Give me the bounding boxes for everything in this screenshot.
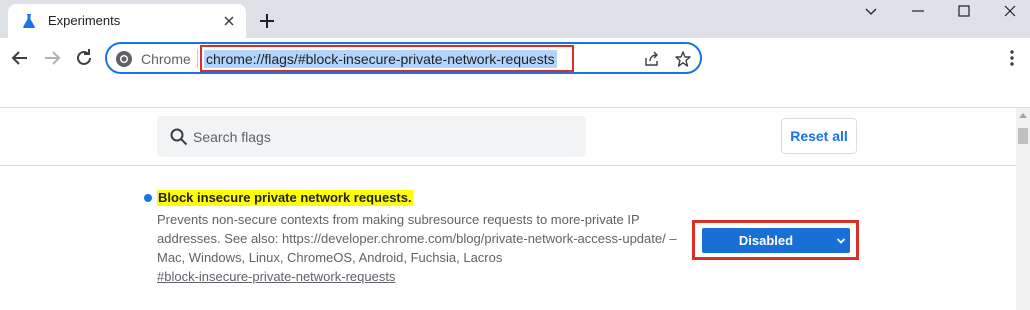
scroll-thumb[interactable] [1018, 128, 1028, 144]
chevron-down-icon [836, 238, 846, 244]
scroll-up-arrow-icon[interactable] [1019, 113, 1027, 118]
kebab-menu-icon[interactable] [1002, 48, 1022, 68]
flag-description: Prevents non-secure contexts from making… [157, 212, 677, 265]
address-bar[interactable]: Chrome chrome://flags/#block-insecure-pr… [105, 42, 702, 74]
minimize-icon[interactable] [910, 3, 926, 19]
tab-experiments[interactable]: Experiments [8, 4, 246, 38]
url-highlight-box[interactable]: chrome://flags/#block-insecure-private-n… [200, 45, 574, 72]
new-tab-icon[interactable] [258, 12, 276, 30]
close-icon[interactable] [222, 14, 236, 28]
select-value: Disabled [738, 233, 794, 248]
search-input[interactable] [193, 116, 573, 157]
bookmark-star-icon[interactable] [674, 50, 692, 68]
close-window-icon[interactable] [1002, 3, 1018, 19]
flag-state-select[interactable]: Disabled [702, 228, 850, 253]
scrollbar[interactable] [1016, 108, 1030, 310]
reset-all-button[interactable]: Reset all [781, 118, 857, 154]
tab-title: Experiments [48, 13, 121, 28]
share-icon[interactable] [643, 50, 661, 68]
chevron-down-icon[interactable] [863, 3, 879, 19]
chrome-icon [116, 51, 132, 67]
reload-icon[interactable] [73, 47, 95, 69]
url-text[interactable]: chrome://flags/#block-insecure-private-n… [204, 50, 557, 68]
back-arrow-icon[interactable] [9, 47, 31, 69]
forward-arrow-icon[interactable] [41, 47, 63, 69]
select-highlight-box: Disabled [692, 220, 859, 260]
search-flags-box[interactable] [157, 116, 586, 157]
flag-anchor-link[interactable]: #block-insecure-private-network-requests [157, 269, 395, 284]
flag-modified-dot [144, 194, 152, 202]
tab-strip: Experiments [0, 0, 1030, 38]
omnibox-divider [197, 49, 198, 67]
toolbar-divider [0, 107, 1030, 108]
maximize-icon[interactable] [956, 3, 972, 19]
flask-icon [23, 14, 35, 28]
chrome-label: Chrome [141, 51, 191, 67]
browser-toolbar: Chrome chrome://flags/#block-insecure-pr… [0, 38, 1030, 78]
search-icon [170, 128, 188, 146]
flag-title: Block insecure private network requests. [157, 190, 413, 206]
header-divider [0, 165, 1016, 166]
